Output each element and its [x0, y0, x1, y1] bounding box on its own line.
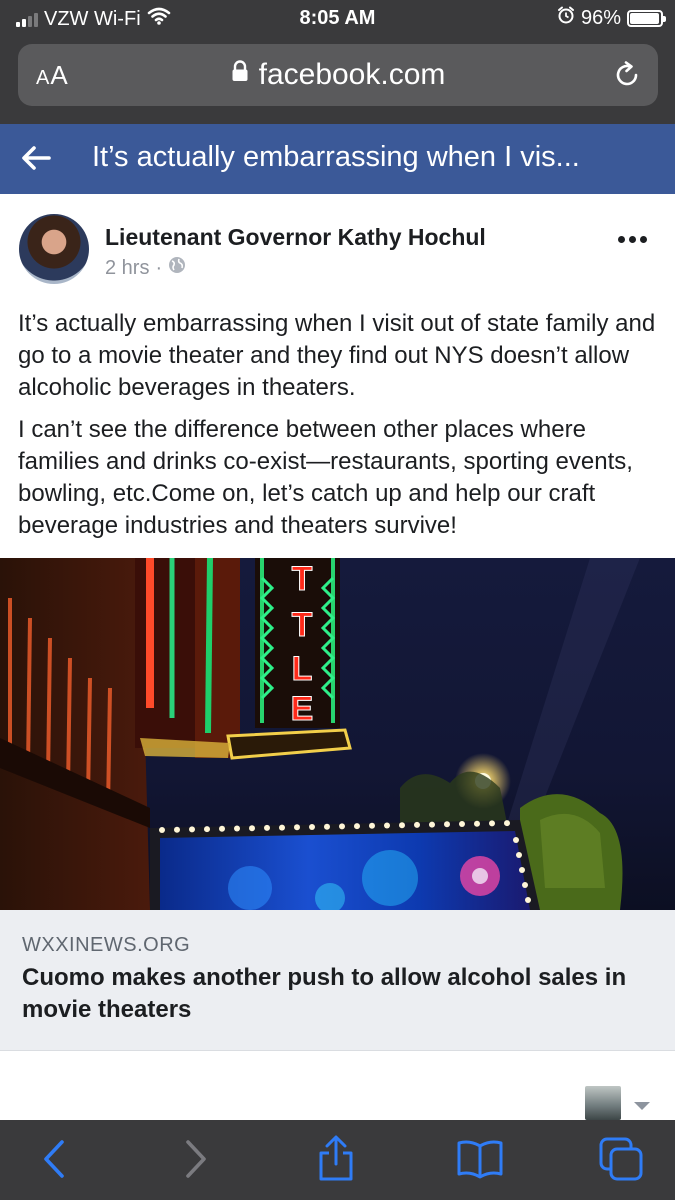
browser-address-area: AA facebook.com [0, 38, 675, 124]
post-author[interactable]: Lieutenant Governor Kathy Hochul [105, 224, 486, 251]
lock-icon [231, 56, 249, 90]
link-source: WXXINEWS.ORG [22, 934, 191, 956]
share-icon[interactable] [316, 1134, 356, 1187]
link-preview-image[interactable]: T T L E [0, 558, 675, 910]
forward-icon[interactable] [180, 1138, 210, 1185]
back-icon[interactable] [40, 1138, 70, 1185]
sign-letter: L [292, 650, 313, 688]
meta-separator: · [155, 256, 163, 279]
link-preview-caption[interactable]: WXXINEWS.ORG Cuomo makes another push to… [0, 910, 675, 1051]
back-arrow-icon[interactable] [20, 144, 52, 177]
url-text[interactable]: facebook.com [259, 58, 446, 91]
caret-down-icon[interactable] [634, 1102, 650, 1110]
sign-letter: E [291, 690, 314, 728]
bookmarks-icon[interactable] [456, 1138, 504, 1185]
battery-icon [627, 9, 666, 27]
status-bar: VZW Wi-Fi 8:05 AM 96% [0, 0, 675, 38]
facebook-header: It’s actually embarrassing when I vis... [0, 124, 675, 194]
post-body: It’s actually embarrassing when I visit … [18, 308, 658, 552]
sign-letter: T [292, 606, 313, 644]
globe-icon [168, 256, 186, 280]
post: Lieutenant Governor Kathy Hochul 2 hrs ·… [0, 194, 675, 1120]
battery-percent: 96% [580, 6, 621, 29]
theater-marquee-photo: T T L E [0, 558, 640, 910]
post-paragraph: I can’t see the difference between other… [18, 416, 633, 539]
link-headline[interactable]: Cuomo makes another push to allow alcoho… [22, 962, 662, 1026]
reaction-avatar[interactable] [585, 1086, 621, 1120]
sign-letter: T [292, 560, 313, 598]
avatar[interactable] [19, 214, 89, 284]
more-options-icon[interactable] [618, 236, 647, 243]
alarm-icon [557, 6, 575, 30]
post-paragraph: It’s actually embarrassing when I visit … [18, 310, 656, 401]
address-bar[interactable]: AA facebook.com [18, 44, 658, 106]
post-meta: 2 hrs · [105, 256, 186, 280]
tabs-icon[interactable] [598, 1136, 646, 1189]
header-title: It’s actually embarrassing when I vis... [92, 141, 580, 173]
browser-toolbar [0, 1120, 675, 1200]
post-time[interactable]: 2 hrs [105, 257, 149, 280]
reload-icon[interactable] [612, 60, 642, 95]
